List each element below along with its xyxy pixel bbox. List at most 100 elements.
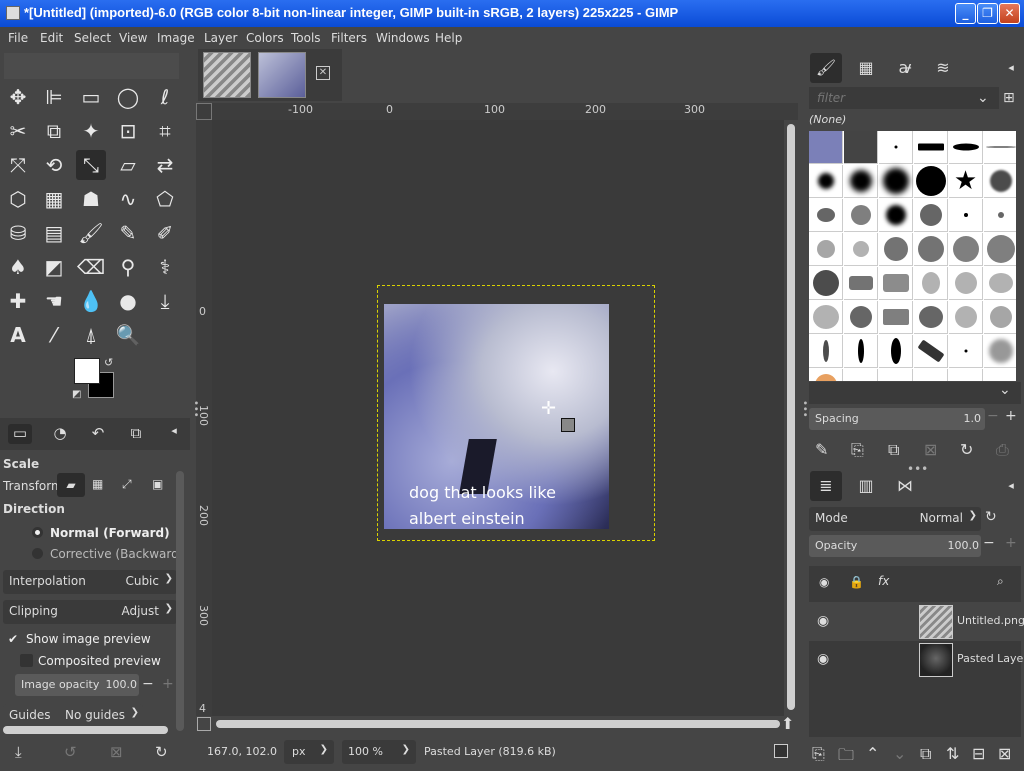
brush-item[interactable]: [984, 301, 1016, 334]
opacity-increase-icon[interactable]: +: [162, 676, 174, 692]
device-status-tab-icon[interactable]: ◔: [48, 424, 72, 444]
airbrush-icon[interactable]: ✐: [150, 218, 180, 248]
tool-options-scrollbar[interactable]: [176, 471, 184, 731]
paintbrush-icon[interactable]: 🖌: [76, 218, 106, 248]
brush-item[interactable]: [949, 199, 983, 232]
opacity-decrease-icon[interactable]: −: [983, 535, 995, 551]
direction-corrective-radio[interactable]: [32, 548, 43, 559]
shear-icon[interactable]: ▱: [113, 150, 143, 180]
brush-item[interactable]: [809, 199, 843, 232]
crop-icon[interactable]: ⌗: [150, 116, 180, 146]
close-image-tab-icon[interactable]: ✕: [316, 66, 330, 80]
brush-item[interactable]: [879, 335, 913, 368]
duplicate-layer-icon[interactable]: ⧉: [920, 744, 931, 764]
eye-icon[interactable]: ◉: [817, 651, 829, 667]
maximize-button[interactable]: ❐: [977, 3, 998, 24]
scissors-icon[interactable]: ✂: [3, 116, 33, 146]
menu-edit[interactable]: Edit: [40, 31, 63, 45]
lasso-icon[interactable]: ℓ: [150, 82, 180, 112]
horizontal-scrollbar[interactable]: [212, 717, 784, 731]
search-icon[interactable]: ⌕: [997, 574, 1004, 589]
menu-file[interactable]: File: [8, 31, 28, 45]
duplicate-brush-icon[interactable]: ⧉: [888, 440, 899, 460]
save-options-icon[interactable]: ⤓: [15, 743, 22, 761]
text-tool-icon[interactable]: A: [3, 320, 33, 350]
brush-item[interactable]: [844, 199, 878, 232]
configure-tab-icon[interactable]: ◂: [1001, 53, 1021, 83]
brush-item[interactable]: [984, 335, 1016, 368]
brush-item[interactable]: [984, 131, 1016, 164]
brush-item[interactable]: [949, 267, 983, 300]
spacing-decrease-icon[interactable]: −: [987, 408, 999, 424]
vertical-scrollbar[interactable]: [784, 120, 798, 716]
zoom-icon[interactable]: 🔍: [113, 320, 143, 350]
brush-item[interactable]: [809, 233, 843, 266]
new-layer-group-icon[interactable]: 🗀: [838, 744, 854, 771]
3d-transform-icon[interactable]: ▦: [39, 184, 69, 214]
image-canvas[interactable]: dog that looks like albert einstein: [384, 304, 609, 529]
brush-item[interactable]: [844, 369, 878, 381]
brush-item[interactable]: [949, 131, 983, 164]
delete-options-icon[interactable]: ⊠: [110, 743, 123, 761]
unit-combo[interactable]: px ❯: [284, 740, 334, 764]
brush-item[interactable]: [879, 199, 913, 232]
patterns-tab-icon[interactable]: ▦: [850, 53, 882, 83]
tool-options-tab-icon[interactable]: ▭: [8, 424, 32, 444]
menu-view[interactable]: View: [119, 31, 147, 45]
fonts-tab-icon[interactable]: ꜻ: [889, 53, 921, 83]
brush-filter-input[interactable]: [809, 87, 999, 109]
layer-row[interactable]: ◉ Pasted Layer: [809, 641, 1024, 679]
brush-item[interactable]: [844, 131, 878, 164]
perspective-icon[interactable]: ⬡: [3, 184, 33, 214]
heal-icon[interactable]: ⚕: [150, 252, 180, 282]
raise-layer-icon[interactable]: ⌃: [866, 744, 879, 763]
image-tab-thumbnail[interactable]: [203, 52, 251, 98]
layer-mode-combo[interactable]: Mode Normal ❯: [809, 507, 981, 531]
brush-item[interactable]: [914, 199, 948, 232]
dock-separator-handle[interactable]: •••: [190, 400, 201, 418]
brush-item[interactable]: [879, 267, 913, 300]
foreground-select-icon[interactable]: ⧉: [39, 116, 69, 146]
configure-tab-icon[interactable]: ◂: [1001, 471, 1021, 501]
ellipse-select-icon[interactable]: ◯: [113, 82, 143, 112]
brush-item[interactable]: [844, 233, 878, 266]
delete-brush-icon[interactable]: ⊠: [924, 440, 937, 459]
lower-layer-icon[interactable]: ⌄: [893, 744, 906, 763]
spacing-increase-icon[interactable]: +: [1005, 408, 1017, 424]
delete-layer-icon[interactable]: ⊠: [998, 744, 1011, 763]
brush-item[interactable]: [809, 165, 843, 198]
tag-icon[interactable]: ⊞: [1003, 90, 1015, 106]
warp-icon[interactable]: ☗: [76, 184, 106, 214]
brush-item[interactable]: [844, 335, 878, 368]
image-opacity-slider[interactable]: Image opacity 100.0: [15, 674, 139, 696]
cage-icon[interactable]: ⬠: [150, 184, 180, 214]
refresh-brushes-icon[interactable]: ↻: [960, 440, 973, 459]
measure-icon[interactable]: ⍋: [76, 320, 106, 350]
brush-list-expander[interactable]: ⌄: [809, 382, 1021, 404]
composite-mode-icon[interactable]: ↻: [985, 509, 997, 525]
restore-options-icon[interactable]: ↺: [64, 743, 77, 761]
brush-item[interactable]: [879, 165, 913, 198]
eye-icon[interactable]: ◉: [819, 575, 829, 589]
merge-layer-icon[interactable]: ⇅: [946, 744, 959, 763]
wave-icon[interactable]: ∿: [113, 184, 143, 214]
brush-item[interactable]: [949, 369, 983, 381]
interpolation-combo[interactable]: Interpolation Cubic ❯: [3, 570, 177, 594]
guides-combo[interactable]: Guides No guides ❯: [3, 704, 143, 728]
configure-tab-icon[interactable]: ◂: [162, 424, 186, 444]
brush-as-image-icon[interactable]: ⎙: [996, 440, 1009, 460]
images-tab-icon[interactable]: ⧉: [124, 424, 148, 444]
new-layer-icon[interactable]: ⎘: [812, 744, 825, 764]
chevron-down-icon[interactable]: ⌄: [977, 90, 989, 106]
color-select-icon[interactable]: ⊡: [113, 116, 143, 146]
minimize-button[interactable]: _: [955, 3, 976, 24]
layer-opacity-slider[interactable]: Opacity 100.0: [809, 535, 981, 557]
menu-help[interactable]: Help: [435, 31, 462, 45]
navigation-icon[interactable]: [774, 744, 788, 758]
brush-item[interactable]: [844, 267, 878, 300]
dock-separator-handle[interactable]: •••: [907, 462, 928, 476]
menu-image[interactable]: Image: [157, 31, 195, 45]
mypaint-brush-icon[interactable]: ◩: [39, 252, 69, 282]
clone-icon[interactable]: ⚲: [113, 252, 143, 282]
bandage-icon[interactable]: ✚: [3, 286, 33, 316]
